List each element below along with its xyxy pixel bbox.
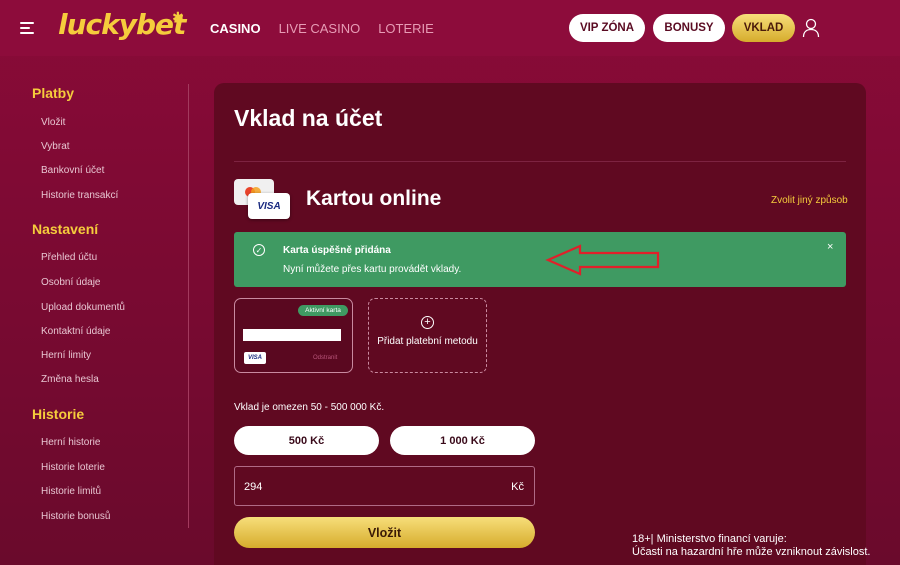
luckybet-logo[interactable]: luckybet	[58, 8, 186, 41]
sidebar-item-kontaktni-udaje[interactable]: Kontaktní údaje	[41, 326, 111, 337]
sidebar-section-historie: Historie	[32, 406, 85, 422]
amount-value: 294	[244, 481, 263, 493]
submit-deposit-button[interactable]: Vložit	[234, 517, 535, 548]
method-title: Kartou online	[306, 187, 442, 210]
deposit-panel: Vklad na účet VISA Kartou online Zvolit …	[214, 83, 866, 565]
vip-zone-button[interactable]: VIP ZÓNA	[569, 14, 645, 42]
nav-live-casino[interactable]: LIVE CASINO	[279, 21, 361, 36]
amount-500-button[interactable]: 500 Kč	[234, 426, 379, 455]
sidebar-item-upload-dokumentu[interactable]: Upload dokumentů	[41, 302, 125, 313]
bonusy-button[interactable]: BONUSY	[653, 14, 725, 42]
sidebar-item-osobni-udaje[interactable]: Osobní údaje	[41, 277, 101, 288]
sidebar-item-bankovni-ucet[interactable]: Bankovní účet	[41, 165, 104, 176]
add-payment-method-button[interactable]: + Přidat platební metodu	[368, 298, 487, 373]
sidebar-section-nastaveni: Nastavení	[32, 221, 99, 237]
remove-card-link[interactable]: Odstranit	[313, 355, 337, 361]
sidebar-item-zmena-hesla[interactable]: Změna hesla	[41, 374, 99, 385]
disclaimer-line-2: Účasti na hazardní hře může vzniknout zá…	[632, 546, 871, 558]
page-title: Vklad na účet	[234, 105, 383, 131]
sidebar-item-prehled-uctu[interactable]: Přehled účtu	[41, 252, 97, 263]
sidebar-item-vlozit[interactable]: Vložit	[41, 117, 65, 128]
sidebar-item-historie-transakci[interactable]: Historie transakcí	[41, 190, 118, 201]
sidebar-item-historie-bonusu[interactable]: Historie bonusů	[41, 511, 110, 522]
active-card-badge: Aktivní karta	[298, 305, 348, 316]
sidebar-divider	[188, 84, 189, 528]
alert-close-icon[interactable]: ×	[827, 241, 833, 253]
plus-circle-icon: +	[421, 316, 434, 329]
top-header: luckybet ✱ CASINO LIVE CASINO LOTERIE VI…	[0, 0, 900, 56]
logo-star-icon: ✱	[172, 9, 184, 25]
sidebar-section-platby: Platby	[32, 85, 75, 101]
disclaimer-line-1: 18+| Ministerstvo financí varuje:	[632, 533, 787, 545]
amount-input[interactable]: 294 Kč	[234, 466, 535, 506]
deposit-limit-text: Vklad je omezen 50 - 500 000 Kč.	[234, 402, 385, 413]
sidebar-item-herni-limity[interactable]: Herní limity	[41, 350, 91, 361]
add-method-label: Přidat platební metodu	[377, 336, 478, 347]
nav-loterie[interactable]: LOTERIE	[378, 21, 434, 36]
saved-card[interactable]: Aktivní karta VISA Odstranit	[234, 298, 353, 373]
sidebar-item-vybrat[interactable]: Vybrat	[41, 141, 70, 152]
card-logos: VISA	[234, 179, 294, 223]
card-visa-icon: VISA	[244, 352, 266, 364]
vklad-button[interactable]: VKLAD	[732, 14, 795, 42]
title-divider	[234, 161, 846, 162]
annotation-arrow-icon	[545, 244, 660, 276]
nav-casino[interactable]: CASINO	[210, 21, 261, 36]
card-number-mask	[243, 329, 341, 341]
visa-icon: VISA	[248, 193, 290, 219]
user-icon[interactable]	[802, 18, 820, 38]
sidebar-item-herni-historie[interactable]: Herní historie	[41, 437, 100, 448]
hamburger-icon[interactable]	[20, 22, 34, 34]
alert-text: Nyní můžete přes kartu provádět vklady.	[283, 264, 462, 275]
amount-1000-button[interactable]: 1 000 Kč	[390, 426, 535, 455]
change-method-link[interactable]: Zvolit jiný způsob	[771, 195, 848, 206]
gambling-disclaimer: 18+| Ministerstvo financí varuje: Účasti…	[632, 533, 900, 559]
sidebar-item-historie-limitu[interactable]: Historie limitů	[41, 486, 101, 497]
check-circle-icon: ✓	[253, 244, 265, 256]
success-alert: ✓ Karta úspěšně přidána Nyní můžete přes…	[234, 232, 846, 287]
sidebar-item-historie-loterie[interactable]: Historie loterie	[41, 462, 105, 473]
sidebar: Platby Vložit Vybrat Bankovní účet Histo…	[0, 56, 190, 565]
alert-title: Karta úspěšně přidána	[283, 245, 391, 256]
main-nav: CASINO LIVE CASINO LOTERIE	[210, 21, 434, 36]
amount-currency: Kč	[511, 481, 524, 493]
